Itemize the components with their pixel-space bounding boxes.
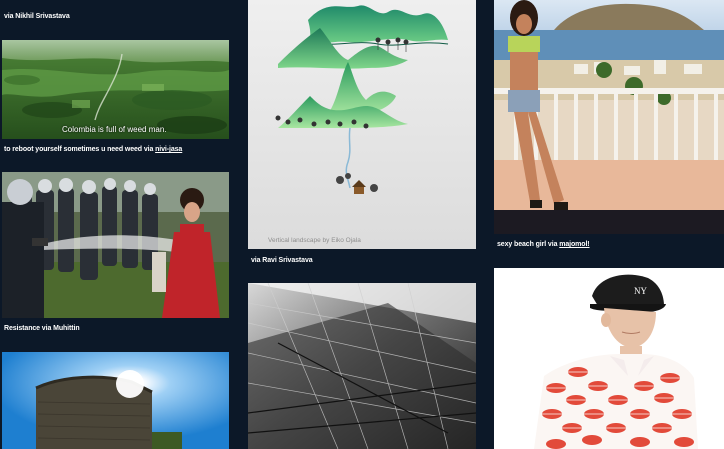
caption-user-link[interactable]: majomol! (559, 241, 589, 248)
pin-caption-landscape: via Ravi Srivastava (251, 256, 313, 265)
lips-shirt-image: NY (494, 268, 724, 449)
pin-board: via Nikhil Srivastava Colombia is full o… (0, 0, 724, 449)
caption-user-link[interactable]: nivi-jasa (155, 146, 182, 153)
pin-image-protest[interactable] (2, 172, 229, 318)
pin-caption-top: via Nikhil Srivastava (4, 12, 70, 21)
vertical-landscape-image (248, 0, 476, 249)
pin-image-landscape[interactable]: Vertical landscape by Eiko Ojala (248, 0, 476, 249)
pin-caption-colombia: to reboot yourself sometimes u need weed… (4, 145, 182, 154)
beach-girl-image (494, 0, 724, 234)
artwork-credit-text: Vertical landscape by Eiko Ojala (268, 237, 361, 244)
glass-architecture-image (248, 283, 476, 449)
pin-image-colombia[interactable]: Colombia is full of weed man. (2, 40, 229, 139)
pin-caption-beach: sexy beach girl via majomol! (497, 240, 590, 249)
caption-text: sexy beach girl via (497, 241, 560, 248)
caption-text: via Nikhil Srivastava (4, 13, 70, 20)
pin-image-beach[interactable] (494, 0, 724, 234)
pin-image-architecture[interactable] (248, 283, 476, 449)
pin-image-tower[interactable] (2, 352, 229, 449)
pin-image-lips-shirt[interactable]: NY (494, 268, 724, 449)
pin-caption-protest: Resistance via Muhittin (4, 324, 80, 333)
caption-text: via Ravi Srivastava (251, 257, 313, 264)
cap-logo-icon: NY (634, 286, 647, 296)
image-overlay-text: Colombia is full of weed man. (62, 125, 167, 134)
caption-text: to reboot yourself sometimes u need weed… (4, 146, 156, 153)
tower-sun-image (2, 352, 229, 449)
protest-image (2, 172, 229, 318)
caption-text: Resistance via Muhittin (4, 325, 80, 332)
